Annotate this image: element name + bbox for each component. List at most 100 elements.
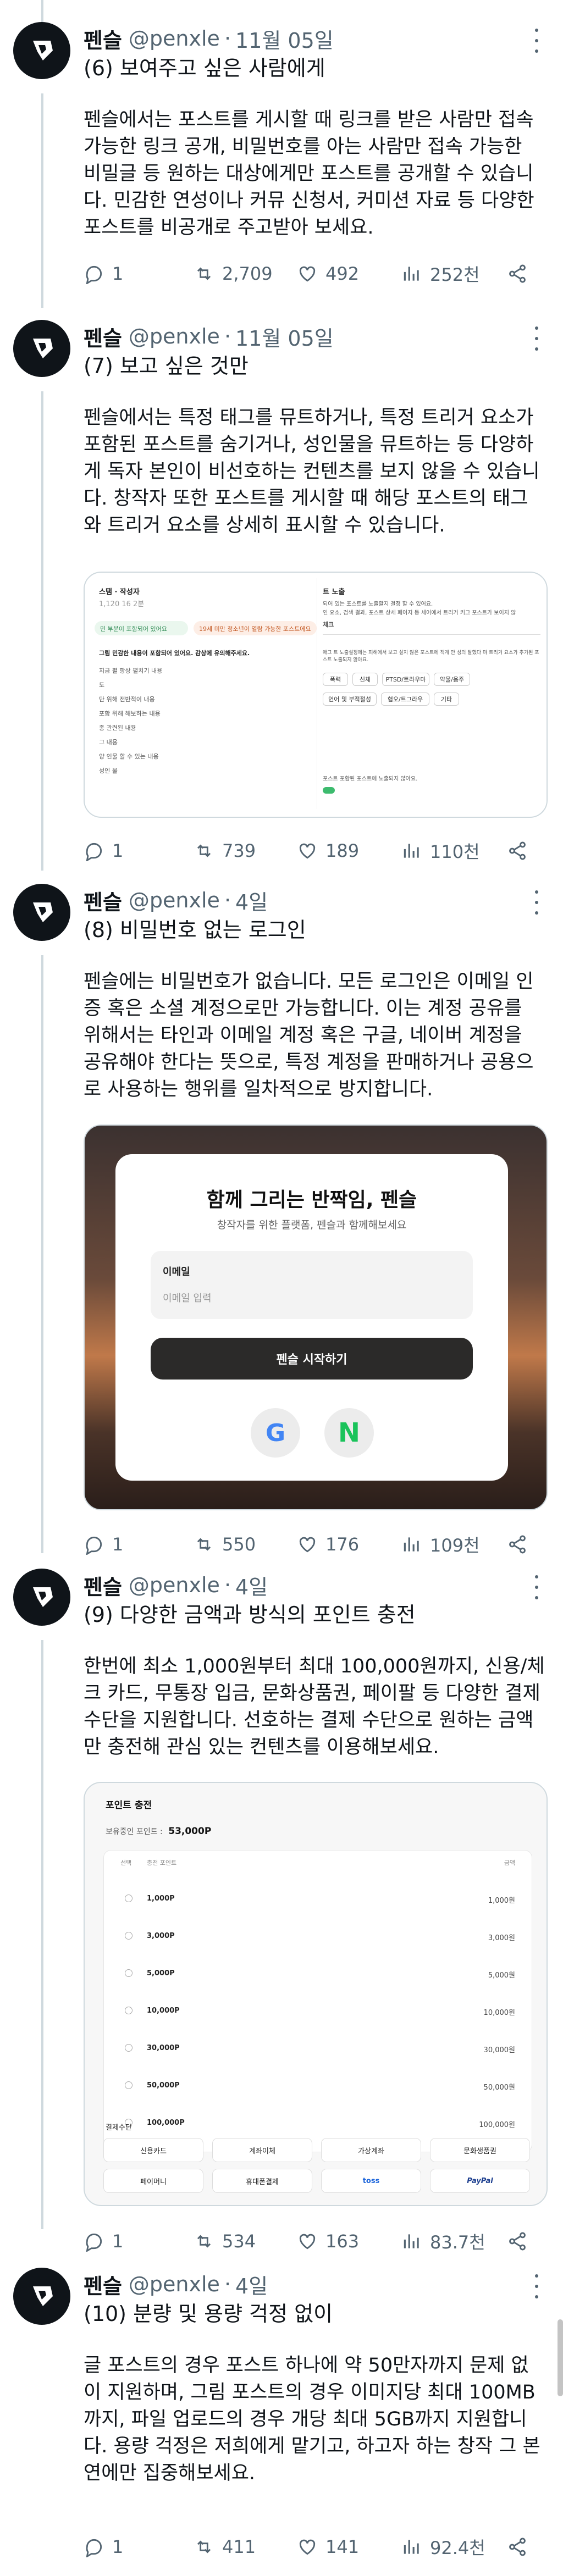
avatar[interactable] xyxy=(13,2268,70,2325)
trigger-tab[interactable]: 체크 xyxy=(323,620,334,629)
warning-item: 성인 물 xyxy=(99,767,118,774)
radio-button[interactable] xyxy=(125,1894,133,1902)
row-price: 30,000원 xyxy=(483,2046,515,2054)
reply-button[interactable]: 1 xyxy=(84,2531,123,2562)
pay-method-button[interactable]: 신용카드 xyxy=(103,2138,203,2162)
share-button[interactable] xyxy=(507,2531,536,2562)
more-dots-icon[interactable] xyxy=(532,29,541,53)
display-name[interactable]: 펜슬 xyxy=(84,322,122,352)
table-row[interactable]: 5,000P 5,000원 xyxy=(104,1957,532,1990)
share-button[interactable] xyxy=(507,2226,536,2257)
reply-count: 1 xyxy=(112,840,124,861)
table-row[interactable]: 1,000P 1,000원 xyxy=(104,1882,532,1915)
share-button[interactable] xyxy=(507,258,536,289)
reply-button[interactable]: 1 xyxy=(84,2226,123,2257)
login-screen-image[interactable]: 함께 그리는 반짝임, 펜슬 창작자를 위한 플랫폼, 펜슬과 함께해보세요 이… xyxy=(84,1124,548,1510)
pay-method-button[interactable]: 가상계좌 xyxy=(321,2138,421,2162)
user-handle[interactable]: @penxle xyxy=(129,2272,220,2296)
post-actions: 1 534 163 83.7천 xyxy=(84,2226,548,2257)
like-button[interactable]: 163 xyxy=(297,2226,359,2257)
table-row[interactable]: 3,000P 3,000원 xyxy=(104,1920,532,1953)
pay-method-button[interactable]: 페이머니 xyxy=(103,2169,203,2193)
display-name[interactable]: 펜슬 xyxy=(84,1570,122,1600)
views-button[interactable]: 83.7천 xyxy=(401,2226,485,2257)
post-date[interactable]: 4일 xyxy=(235,1570,268,1600)
trigger-chip[interactable]: 신체 xyxy=(352,673,378,686)
naver-login-button[interactable]: N xyxy=(324,1408,374,1458)
avatar[interactable] xyxy=(13,22,70,79)
more-dots-icon[interactable] xyxy=(532,326,541,351)
like-button[interactable]: 189 xyxy=(297,835,359,866)
methods-label: 결제수단 xyxy=(106,2124,132,2132)
penxle-logo-icon xyxy=(33,41,53,60)
table-row[interactable]: 10,000P 10,000원 xyxy=(104,1995,532,2027)
thread-line xyxy=(41,93,43,308)
avatar[interactable] xyxy=(13,884,70,941)
views-button[interactable]: 92.4천 xyxy=(401,2531,485,2562)
radio-button[interactable] xyxy=(125,2007,133,2014)
trigger-chip[interactable]: 기타 xyxy=(434,693,459,706)
scrollbar[interactable] xyxy=(558,2319,563,2396)
like-count: 163 xyxy=(325,2231,360,2252)
trigger-chip[interactable]: 폭력 xyxy=(323,673,348,686)
start-button[interactable]: 펜슬 시작하기 xyxy=(151,1338,473,1380)
post-date[interactable]: 11월 05일 xyxy=(235,24,334,54)
paypal-button[interactable]: PayPal xyxy=(430,2169,530,2193)
more-dots-icon[interactable] xyxy=(532,2274,541,2298)
pay-method-button[interactable]: 휴대폰결제 xyxy=(212,2169,312,2193)
reply-button[interactable]: 1 xyxy=(84,258,123,289)
repost-button[interactable]: 411 xyxy=(194,2531,256,2562)
like-button[interactable]: 141 xyxy=(297,2531,359,2562)
toss-button[interactable]: toss xyxy=(321,2169,421,2193)
mute-settings-image[interactable]: 스탬 · 작성자 1,120 16 2분 민 부분이 포함되어 있어요 19세 … xyxy=(84,572,548,818)
table-row[interactable]: 100,000P 100,000원 xyxy=(104,2107,532,2140)
like-button[interactable]: 176 xyxy=(297,1529,359,1560)
preview-header: 스탬 · 작성자 xyxy=(99,588,140,596)
more-dots-icon[interactable] xyxy=(532,1575,541,1599)
post-header: 펜슬 @penxle · 4일 xyxy=(84,2268,268,2301)
radio-button[interactable] xyxy=(125,2044,133,2052)
post-date[interactable]: 11월 05일 xyxy=(235,322,334,352)
reply-button[interactable]: 1 xyxy=(84,835,123,866)
trigger-chip[interactable]: 혐오/트그라우 xyxy=(381,693,429,706)
display-name[interactable]: 펜슬 xyxy=(84,2269,122,2300)
table-row[interactable]: 30,000P 30,000원 xyxy=(104,2032,532,2065)
avatar[interactable] xyxy=(13,1569,70,1626)
trigger-chip[interactable]: 언어 및 부적절성 xyxy=(323,693,377,706)
views-button[interactable]: 252천 xyxy=(401,258,480,289)
more-dots-icon[interactable] xyxy=(532,890,541,915)
user-handle[interactable]: @penxle xyxy=(129,26,220,51)
trigger-chip[interactable]: PTSD/트라우마 xyxy=(382,673,429,686)
post-date[interactable]: 4일 xyxy=(235,2269,268,2300)
share-button[interactable] xyxy=(507,835,536,866)
google-login-button[interactable]: G xyxy=(251,1408,300,1458)
display-name[interactable]: 펜슬 xyxy=(84,885,122,916)
radio-button[interactable] xyxy=(125,2081,133,2089)
heart-icon xyxy=(299,266,316,282)
trigger-settings-panel: 트 노출 되어 있는 포스트를 노출할지 결정 할 수 있어요. 인 요소, 검… xyxy=(317,578,547,809)
display-name[interactable]: 펜슬 xyxy=(84,24,122,54)
repost-button[interactable]: 550 xyxy=(194,1529,256,1560)
repost-button[interactable]: 2,709 xyxy=(194,258,273,289)
post-date[interactable]: 4일 xyxy=(235,885,268,916)
views-button[interactable]: 109천 xyxy=(401,1529,480,1560)
pay-method-button[interactable]: 문화생품권 xyxy=(430,2138,530,2162)
table-row[interactable]: 50,000P 50,000원 xyxy=(104,2069,532,2102)
user-handle[interactable]: @penxle xyxy=(129,324,220,348)
user-handle[interactable]: @penxle xyxy=(129,888,220,912)
repost-button[interactable]: 739 xyxy=(194,835,256,866)
toggle-switch[interactable] xyxy=(323,787,335,794)
reply-button[interactable]: 1 xyxy=(84,1529,123,1560)
user-handle[interactable]: @penxle xyxy=(129,1573,220,1597)
views-button[interactable]: 110천 xyxy=(401,835,480,866)
like-button[interactable]: 492 xyxy=(297,258,359,289)
repost-button[interactable]: 534 xyxy=(194,2226,256,2257)
email-field[interactable]: 이메일 이메일 입력 xyxy=(151,1251,473,1319)
radio-button[interactable] xyxy=(125,1969,133,1977)
avatar[interactable] xyxy=(13,320,70,377)
point-charge-image[interactable]: 포인트 충전 보유중인 포인트 : 53,000P 선택 충전 포인트 금액 1… xyxy=(84,1782,548,2206)
trigger-chip[interactable]: 약물/음주 xyxy=(434,673,470,686)
radio-button[interactable] xyxy=(125,1932,133,1940)
pay-method-button[interactable]: 계좌이체 xyxy=(212,2138,312,2162)
share-button[interactable] xyxy=(507,1529,536,1560)
